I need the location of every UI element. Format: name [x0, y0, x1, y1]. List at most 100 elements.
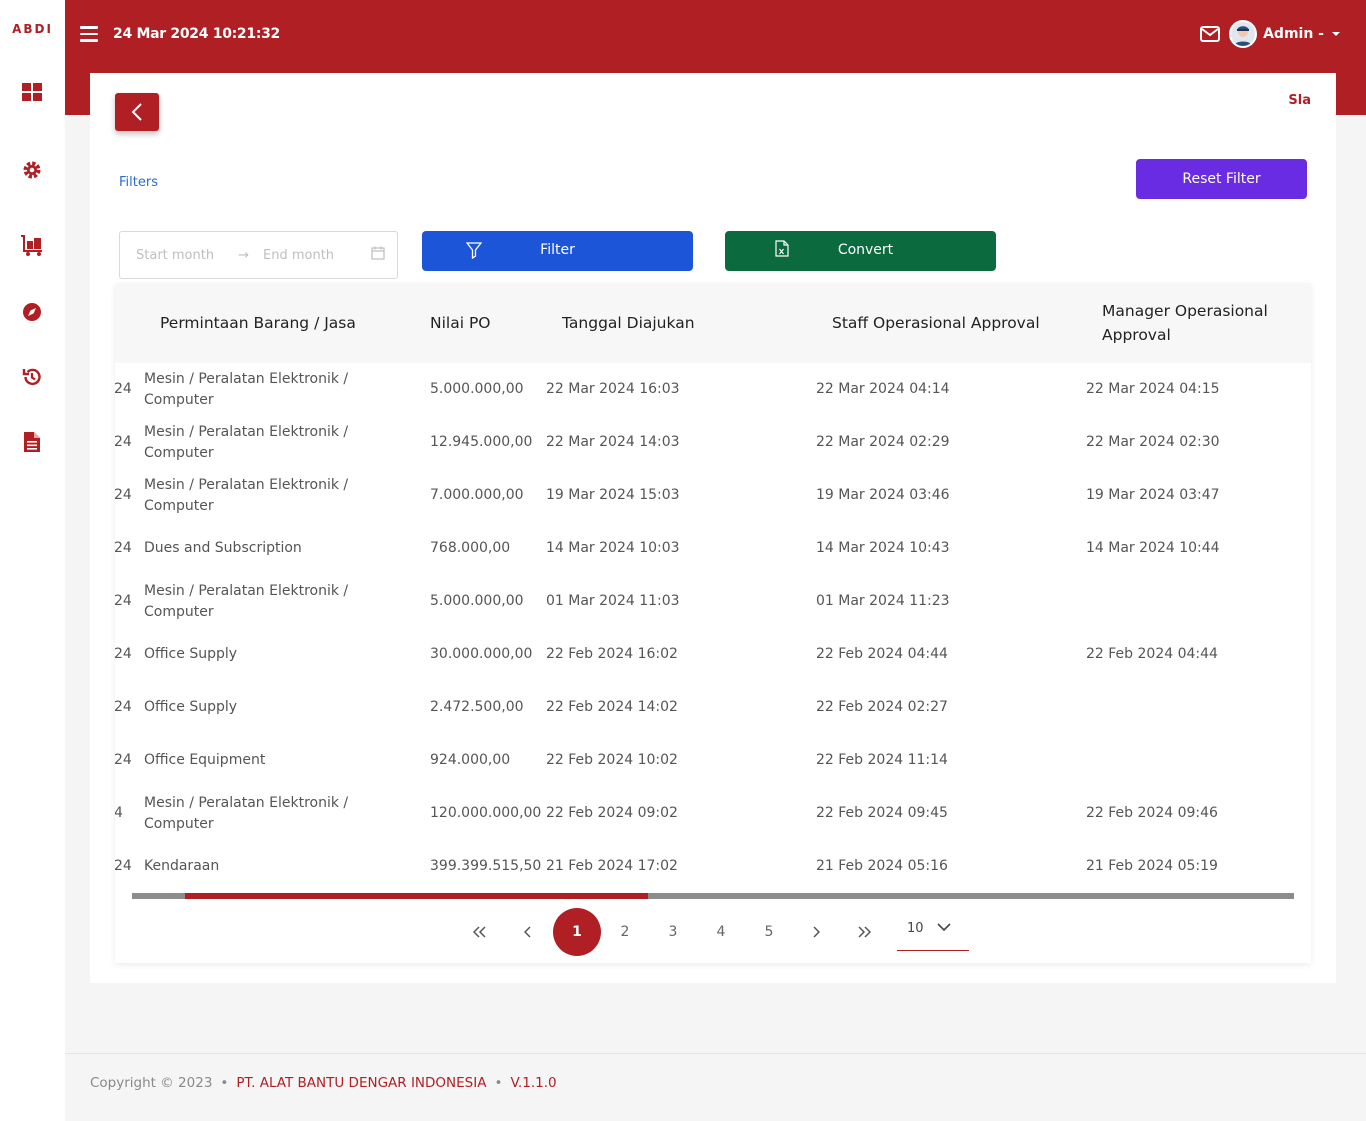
table-cell-cut: 24	[115, 646, 132, 662]
table-cell-cut: 24	[115, 699, 132, 715]
page-button-4[interactable]: 4	[697, 908, 745, 956]
table-header: Permintaan Barang / Jasa Nilai PO Tangga…	[115, 283, 1311, 363]
table-cell-item: Office Supply	[144, 699, 238, 715]
column-header[interactable]: Permintaan Barang / Jasa	[160, 311, 356, 335]
table-cell-cut: 24	[115, 752, 132, 768]
convert-button[interactable]: Convert	[725, 231, 996, 271]
table-cell-item: Mesin / Peralatan Elektronik / Computer	[144, 371, 349, 408]
main-card: Sla Filters Reset Filter Start month → E…	[90, 73, 1336, 983]
convert-button-label: Convert	[837, 242, 894, 258]
page-size-select[interactable]: 10	[897, 915, 969, 951]
column-header[interactable]: Nilai PO	[430, 311, 491, 335]
column-header[interactable]: Manager Operasional Approval	[1102, 299, 1292, 347]
table-cell-cut: 24	[115, 540, 132, 556]
table-row[interactable]: 24 Mesin / Peralatan Elektronik / Compute…	[115, 416, 1311, 469]
page-size-value: 10	[907, 921, 924, 936]
table-cell-staff: 22 Feb 2024 11:14	[816, 752, 948, 768]
table-row[interactable]: 24 Office Equipment 924.000,00 22 Feb 2024 …	[115, 734, 1311, 787]
hamburger-menu-icon[interactable]	[80, 26, 98, 44]
table-cell-diajukan: 22 Feb 2024 09:02	[546, 805, 678, 821]
table-cell-diajukan: 22 Feb 2024 16:02	[546, 646, 678, 662]
gear-icon[interactable]	[20, 158, 44, 182]
user-menu[interactable]: Admin -	[1229, 20, 1340, 48]
table-cell-staff: 19 Mar 2024 03:46	[816, 487, 950, 503]
table-cell-cut: 24	[115, 858, 132, 874]
page-button-2[interactable]: 2	[601, 908, 649, 956]
table-cell-staff: 22 Mar 2024 02:29	[816, 434, 950, 450]
start-month-input[interactable]: Start month	[136, 248, 214, 263]
table-cell-cut: 4	[115, 805, 123, 821]
page-button-3[interactable]: 3	[649, 908, 697, 956]
reset-filter-button[interactable]: Reset Filter	[1136, 159, 1307, 199]
company-link[interactable]: PT. ALAT BANTU DENGAR INDONESIA	[236, 1075, 486, 1091]
table-cell-staff: 14 Mar 2024 10:43	[816, 540, 950, 556]
arrow-right-icon: →	[238, 247, 249, 263]
separator-dot: •	[220, 1075, 229, 1091]
document-icon[interactable]	[20, 430, 44, 454]
history-icon[interactable]	[20, 365, 44, 389]
table-cell-manager: 19 Mar 2024 03:47	[1086, 487, 1220, 503]
page-button-5[interactable]: 5	[745, 908, 793, 956]
data-table: Permintaan Barang / Jasa Nilai PO Tangga…	[115, 283, 1311, 963]
mail-icon[interactable]	[1200, 26, 1220, 44]
column-header[interactable]: Staff Operasional Approval	[832, 311, 1040, 335]
next-page-button[interactable]	[792, 908, 840, 956]
table-cell-nilai: 5.000.000,00	[430, 381, 524, 397]
table-cell-nilai: 2.472.500,00	[430, 699, 524, 715]
table-row[interactable]: 4 Mesin / Peralatan Elektronik / Computer…	[115, 787, 1311, 840]
luggage-cart-icon[interactable]	[20, 234, 44, 258]
chevron-left-icon	[131, 103, 142, 121]
month-range-picker[interactable]: Start month → End month	[119, 231, 398, 279]
table-cell-nilai: 30.000.000,00	[430, 646, 533, 662]
current-datetime: 24 Mar 2024 10:21:32	[113, 26, 280, 42]
filter-button[interactable]: Filter	[422, 231, 693, 271]
table-cell-diajukan: 14 Mar 2024 10:03	[546, 540, 680, 556]
table-row[interactable]: 24 Mesin / Peralatan Elektronik / Compute…	[115, 469, 1311, 522]
table-cell-nilai: 120.000.000,00	[430, 805, 542, 821]
table-cell-manager: 22 Mar 2024 04:15	[1086, 381, 1220, 397]
table-cell-item: Mesin / Peralatan Elektronik / Computer	[144, 477, 349, 514]
calendar-icon	[371, 246, 385, 264]
table-row[interactable]: 24 Dues and Subscription 768.000,00 14 Mar …	[115, 522, 1311, 575]
brand-logo: ABDI	[12, 22, 53, 36]
last-page-button[interactable]	[840, 908, 888, 956]
table-cell-diajukan: 21 Feb 2024 17:02	[546, 858, 678, 874]
table-cell-cut: 24	[115, 434, 132, 450]
table-cell-manager: 22 Feb 2024 09:46	[1086, 805, 1218, 821]
filter-button-label: Filter	[540, 242, 575, 258]
table-row[interactable]: 24 Mesin / Peralatan Elektronik / Compute…	[115, 575, 1311, 628]
filters-label: Filters	[119, 175, 158, 190]
table-cell-nilai: 5.000.000,00	[430, 593, 524, 609]
end-month-input[interactable]: End month	[263, 248, 334, 263]
column-header[interactable]: Tanggal Diajukan	[562, 311, 695, 335]
previous-page-button[interactable]	[504, 908, 552, 956]
table-cell-item: Mesin / Peralatan Elektronik / Computer	[144, 795, 349, 832]
footer: Copyright © 2023 • PT. ALAT BANTU DENGAR I…	[90, 1075, 557, 1091]
table-row[interactable]: 24 Office Supply 30.000.000,00 22 Feb 2024 …	[115, 628, 1311, 681]
table-cell-item: Office Equipment	[144, 752, 266, 768]
table-row[interactable]: 24 Kendaraan 399.399.515,50 21 Feb 2024 17:…	[115, 840, 1311, 893]
scrollbar-thumb[interactable]	[185, 893, 648, 899]
table-cell-staff: 22 Feb 2024 04:44	[816, 646, 948, 662]
table-cell-nilai: 924.000,00	[430, 752, 511, 768]
page-button-1[interactable]: 1	[553, 908, 601, 956]
dashboard-icon[interactable]	[20, 80, 44, 104]
table-cell-item: Office Supply	[144, 646, 238, 662]
table-cell-nilai: 12.945.000,00	[430, 434, 533, 450]
table-cell-staff: 22 Feb 2024 09:45	[816, 805, 948, 821]
table-cell-manager: 22 Feb 2024 04:44	[1086, 646, 1218, 662]
first-page-button[interactable]	[456, 908, 504, 956]
compass-icon[interactable]	[20, 300, 44, 324]
table-cell-staff: 22 Feb 2024 02:27	[816, 699, 948, 715]
separator-dot: •	[494, 1075, 503, 1091]
chevron-down-icon	[937, 921, 951, 936]
back-button[interactable]	[115, 93, 159, 131]
table-cell-cut: 24	[115, 487, 132, 503]
table-cell-manager: 22 Mar 2024 02:30	[1086, 434, 1220, 450]
table-row[interactable]: 24 Mesin / Peralatan Elektronik / Compute…	[115, 363, 1311, 416]
table-cell-item: Mesin / Peralatan Elektronik / Computer	[144, 424, 349, 461]
avatar	[1229, 20, 1258, 48]
table-row[interactable]: 24 Office Supply 2.472.500,00 22 Feb 2024 1…	[115, 681, 1311, 734]
table-cell-diajukan: 22 Mar 2024 14:03	[546, 434, 680, 450]
table-cell-cut: 24	[115, 593, 132, 609]
